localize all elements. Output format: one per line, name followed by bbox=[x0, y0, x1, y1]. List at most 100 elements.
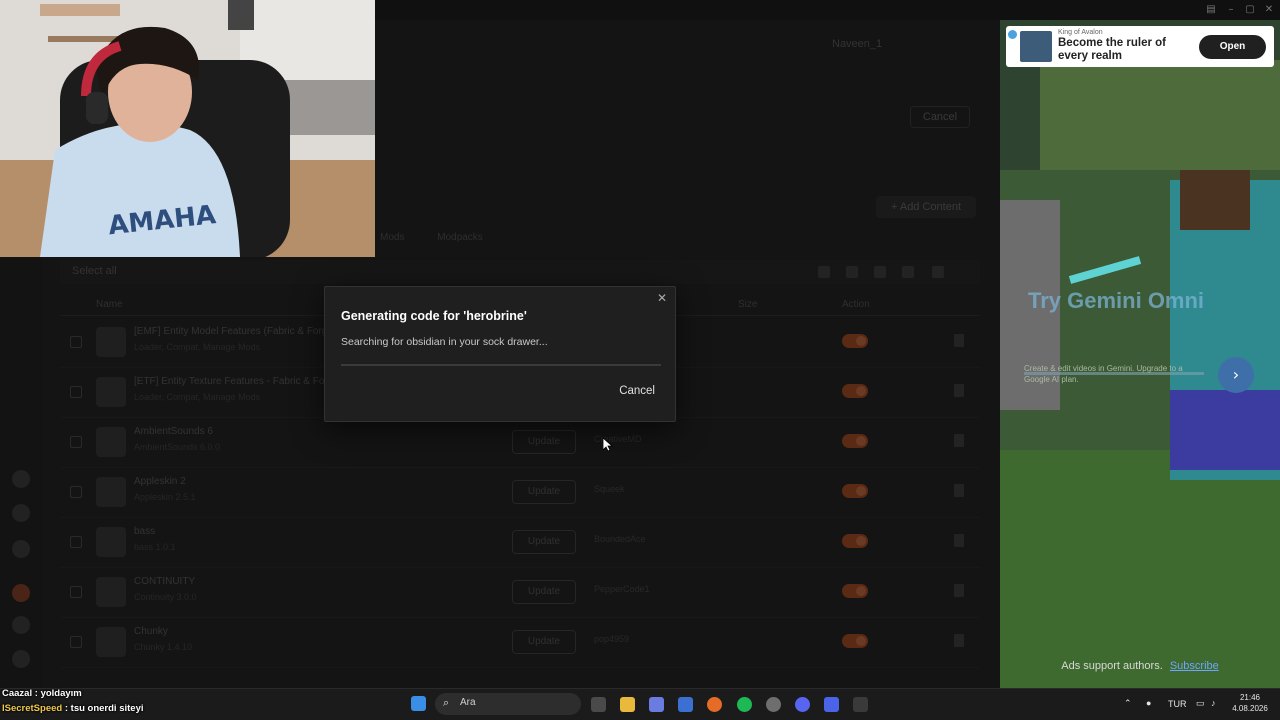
row-checkbox[interactable] bbox=[70, 536, 82, 548]
update-button[interactable]: Update bbox=[512, 580, 576, 604]
close-window-icon[interactable]: ✕ bbox=[1262, 3, 1276, 17]
active-app-icon[interactable] bbox=[853, 697, 868, 712]
more-icon[interactable] bbox=[932, 266, 944, 278]
ad-banner[interactable]: King of Avalon Become the ruler of every… bbox=[1006, 26, 1274, 67]
mod-details: AmbientSounds 6.0.0 bbox=[134, 442, 221, 452]
copilot-icon[interactable] bbox=[649, 697, 664, 712]
mod-name: Chunky bbox=[134, 626, 168, 637]
ad-sponsor: King of Avalon bbox=[1058, 29, 1103, 36]
trash-icon[interactable] bbox=[954, 434, 964, 447]
mod-details: Loader, Compat, Manage Mods bbox=[134, 342, 261, 352]
filter-icon[interactable] bbox=[846, 266, 858, 278]
taskbar-search-box[interactable]: ⌕ Ara bbox=[435, 693, 581, 715]
layout-icon[interactable]: ▤ bbox=[1204, 3, 1218, 17]
tab-modpacks[interactable]: Modpacks bbox=[437, 232, 483, 243]
sidebar-instance-icon[interactable] bbox=[12, 584, 30, 602]
trash-icon[interactable] bbox=[954, 534, 964, 547]
chat-username: Caazal bbox=[2, 688, 33, 699]
column-name[interactable]: Name bbox=[96, 299, 123, 310]
discord-icon[interactable] bbox=[795, 697, 810, 712]
tab-mods[interactable]: Mods bbox=[380, 232, 404, 243]
language-indicator[interactable]: TUR bbox=[1168, 699, 1187, 709]
network-icon[interactable]: ▭ bbox=[1196, 698, 1205, 709]
app-icon[interactable] bbox=[766, 697, 781, 712]
sidebar-settings-icon[interactable] bbox=[12, 650, 30, 668]
maximize-icon[interactable]: ▢ bbox=[1243, 3, 1257, 17]
cancel-button-background[interactable]: Cancel bbox=[910, 106, 970, 128]
update-button[interactable]: Update bbox=[512, 480, 576, 504]
row-checkbox[interactable] bbox=[70, 386, 82, 398]
ad-info-icon[interactable] bbox=[1008, 30, 1017, 39]
generating-code-dialog: ✕ Generating code for 'herobrine' Search… bbox=[324, 286, 676, 422]
stream-chat-overlay: Caazal : yoldayım ISecretSpeed : tsu one… bbox=[2, 686, 144, 716]
mod-enabled-toggle[interactable] bbox=[842, 484, 868, 498]
trash-icon[interactable] bbox=[954, 384, 964, 397]
table-row[interactable]: Chunky Chunky 1.4.10 Update pop4959 bbox=[60, 618, 980, 668]
webcam-image: AMAHA bbox=[0, 0, 375, 257]
update-button[interactable]: Update bbox=[512, 430, 576, 454]
sidebar-library-icon[interactable] bbox=[12, 540, 30, 558]
mod-enabled-toggle[interactable] bbox=[842, 584, 868, 598]
add-content-button[interactable]: + Add Content bbox=[876, 196, 976, 218]
sidebar-avatar-icon[interactable] bbox=[12, 504, 30, 522]
mod-enabled-toggle[interactable] bbox=[842, 534, 868, 548]
chevron-up-icon[interactable]: ⌃ bbox=[1124, 698, 1132, 709]
subscribe-link[interactable]: Subscribe bbox=[1170, 660, 1219, 672]
task-view-icon[interactable] bbox=[591, 697, 606, 712]
spotify-icon[interactable] bbox=[737, 697, 752, 712]
dialog-title: Generating code for 'herobrine' bbox=[341, 309, 527, 323]
mod-thumbnail bbox=[96, 377, 126, 407]
webcam-overlay: AMAHA bbox=[0, 0, 375, 257]
table-row[interactable]: Appleskin 2 Appleskin 2.5.1 Update Squee… bbox=[60, 468, 980, 518]
row-checkbox[interactable] bbox=[70, 586, 82, 598]
row-checkbox[interactable] bbox=[70, 486, 82, 498]
volume-icon[interactable]: ♪ bbox=[1211, 698, 1216, 708]
trash-icon[interactable] bbox=[954, 334, 964, 347]
ad-open-button[interactable]: Open bbox=[1199, 35, 1266, 59]
windows-start-icon[interactable] bbox=[411, 696, 426, 711]
firefox-icon[interactable] bbox=[707, 697, 722, 712]
ad-footer: Ads support authors. Subscribe bbox=[1000, 660, 1280, 672]
file-explorer-icon[interactable] bbox=[620, 697, 635, 712]
mod-enabled-toggle[interactable] bbox=[842, 334, 868, 348]
row-checkbox[interactable] bbox=[70, 436, 82, 448]
table-row[interactable]: CONTINUITY Continuity 3.0.0 Update Peppe… bbox=[60, 568, 980, 618]
table-row[interactable]: AmbientSounds 6 AmbientSounds 6.0.0 Upda… bbox=[60, 418, 980, 468]
close-icon[interactable]: ✕ bbox=[655, 291, 669, 305]
row-checkbox[interactable] bbox=[70, 336, 82, 348]
account-selector[interactable]: Naveen_1 bbox=[832, 38, 952, 56]
mod-details: Loader, Compat, Manage Mods bbox=[134, 392, 261, 402]
sidebar-skins-icon[interactable] bbox=[12, 616, 30, 634]
minimize-icon[interactable]: – bbox=[1224, 3, 1238, 17]
column-size[interactable]: Size bbox=[738, 299, 757, 310]
cancel-button[interactable]: Cancel bbox=[619, 385, 655, 397]
select-all-checkbox[interactable]: Select all bbox=[72, 265, 117, 277]
update-button[interactable]: Update bbox=[512, 630, 576, 654]
mod-author: BoundedAce bbox=[594, 534, 646, 544]
trash-icon[interactable] bbox=[954, 584, 964, 597]
refresh-icon[interactable] bbox=[902, 266, 914, 278]
chevron-right-icon[interactable]: › bbox=[1218, 357, 1254, 393]
trash-icon[interactable] bbox=[954, 484, 964, 497]
store-icon[interactable] bbox=[678, 697, 693, 712]
update-button[interactable]: Update bbox=[512, 530, 576, 554]
microphone-icon[interactable]: ● bbox=[1146, 698, 1151, 708]
mod-details: Chunky 1.4.10 bbox=[134, 642, 193, 652]
mod-enabled-toggle[interactable] bbox=[842, 634, 868, 648]
search-icon[interactable] bbox=[818, 266, 830, 278]
chat-text: tsu onerdi siteyi bbox=[70, 703, 144, 714]
table-row[interactable]: bass bass 1.0.1 Update BoundedAce bbox=[60, 518, 980, 568]
ad-title: Become the ruler of every realm bbox=[1058, 37, 1166, 62]
app-launcher-icon[interactable] bbox=[824, 697, 839, 712]
sidebar-home-icon[interactable] bbox=[12, 470, 30, 488]
mod-author: CreativeMD bbox=[594, 434, 642, 444]
ad-footer-text: Ads support authors. bbox=[1061, 660, 1163, 672]
grid-icon[interactable] bbox=[874, 266, 886, 278]
mod-enabled-toggle[interactable] bbox=[842, 434, 868, 448]
trash-icon[interactable] bbox=[954, 634, 964, 647]
chat-message: Caazal : yoldayım bbox=[2, 688, 82, 699]
mod-enabled-toggle[interactable] bbox=[842, 384, 868, 398]
row-checkbox[interactable] bbox=[70, 636, 82, 648]
clock-time: 21:46 bbox=[1239, 693, 1261, 702]
taskbar-clock[interactable]: 21:46 4.08.2026 bbox=[1228, 692, 1272, 714]
